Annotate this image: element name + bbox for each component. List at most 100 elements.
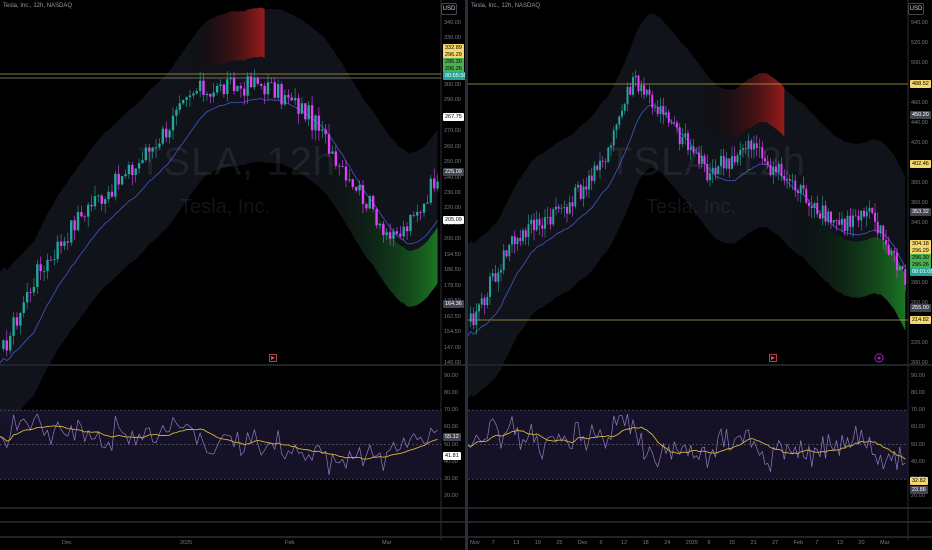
candle-body (114, 173, 117, 197)
candle-body (546, 216, 549, 218)
candle-body (555, 206, 557, 210)
candle-body (202, 80, 205, 96)
price-tick-label: 270.00 (444, 128, 461, 135)
left-event-flag-icon[interactable] (269, 354, 277, 362)
price-tick-label: 250.00 (444, 159, 461, 166)
candle-body (236, 85, 239, 92)
candle-body (533, 219, 535, 230)
candle-body (341, 165, 344, 167)
candle-body (538, 219, 541, 226)
candle-body (243, 88, 246, 96)
candle-body (805, 188, 808, 203)
candle-body (263, 85, 266, 95)
candle-body (568, 202, 571, 214)
price-tick-label: 230.00 (444, 190, 461, 196)
price-tag: 00:55:38 (443, 72, 465, 80)
candle-body (2, 340, 5, 349)
candle-body (56, 241, 59, 260)
price-tick-label: 440.00 (911, 120, 928, 126)
candle-body (544, 217, 546, 229)
time-axis-label: 9 (707, 540, 711, 546)
candle-body (472, 313, 475, 326)
time-axis-label: 19 (534, 540, 541, 546)
candle-body (659, 106, 662, 114)
candle-body (378, 223, 382, 226)
candle-body (879, 225, 882, 234)
candle-body (898, 266, 901, 271)
candle-body (310, 105, 314, 131)
left-watermark-name: Tesla, Inc. (180, 196, 271, 218)
candle-body (103, 199, 107, 204)
candle-body (797, 190, 799, 193)
candle-body (59, 241, 63, 246)
rsi-tick-label: 50.00 (444, 441, 458, 448)
right-symbol-label[interactable]: Tesla, Inc., 12h, NASDAQ (471, 3, 540, 9)
candle-body (300, 103, 304, 114)
candle-body (429, 178, 433, 203)
candle-body (348, 179, 351, 181)
candle-body (229, 77, 232, 80)
candle-body (577, 184, 579, 188)
candle-body (596, 165, 599, 170)
candle-body (276, 84, 280, 98)
candle-body (885, 240, 887, 245)
time-axis-label: 7 (815, 540, 819, 546)
candle-body (841, 218, 843, 225)
candle-body (436, 181, 439, 189)
candle-body (287, 95, 290, 98)
time-axis-label: 12 (621, 540, 628, 546)
candle-body (70, 220, 73, 243)
candle-body (835, 220, 838, 221)
left-symbol-label[interactable]: Tesla, Inc., 12h, NASDAQ (3, 3, 72, 9)
candle-body (297, 98, 300, 114)
candle-body (402, 226, 405, 237)
candle-body (205, 93, 209, 96)
right-currency-button[interactable]: USD (908, 3, 924, 15)
candle-body (131, 164, 134, 175)
candle-body (588, 175, 590, 190)
candle-body (857, 215, 860, 221)
candle-body (422, 203, 426, 213)
candle-body (426, 202, 429, 204)
left-currency-button[interactable]: USD (441, 3, 457, 15)
candle-body (901, 266, 904, 270)
candle-body (215, 85, 219, 93)
candle-body (634, 75, 637, 78)
candle-body (865, 211, 868, 217)
rsi-tick-label: 70.00 (444, 407, 458, 414)
candle-body (395, 231, 399, 234)
left-chart-pane[interactable]: Tesla, Inc., 12h, NASDAQ USD TSLA, 12h T… (0, 0, 465, 550)
candle-body (571, 202, 574, 207)
candle-body (621, 110, 623, 117)
candle-body (365, 203, 368, 209)
candle-body (22, 302, 25, 313)
candle-body (827, 211, 830, 222)
candle-body (524, 230, 527, 238)
candle-body (32, 286, 36, 293)
rsi-tag: 41.81 (443, 452, 461, 460)
candle-body (87, 204, 90, 217)
candle-body (654, 107, 656, 109)
price-tick-label: 420.00 (911, 140, 928, 146)
right-chart-canvas[interactable] (468, 0, 932, 550)
candle-body (175, 109, 178, 116)
price-tick-label: 380.00 (911, 180, 928, 186)
candle-body (670, 122, 673, 124)
price-tick-label: 520.00 (911, 40, 928, 46)
candle-body (100, 195, 103, 204)
candle-body (416, 211, 419, 216)
candle-body (382, 223, 385, 235)
right-chart-pane[interactable]: Tesla, Inc., 12h, NASDAQ USD TSLA, 12h T… (468, 0, 932, 550)
candle-body (505, 250, 508, 257)
candle-body (36, 264, 39, 287)
right-event-flag-icon[interactable] (769, 354, 777, 362)
candle-body (871, 207, 874, 213)
candle-body (368, 195, 371, 209)
candle-body (808, 202, 810, 207)
right-earnings-icon[interactable] (874, 353, 884, 363)
candle-body (516, 238, 519, 245)
candle-body (226, 79, 229, 95)
candle-body (643, 85, 645, 95)
candle-body (188, 95, 192, 98)
left-chart-canvas[interactable] (0, 0, 465, 550)
